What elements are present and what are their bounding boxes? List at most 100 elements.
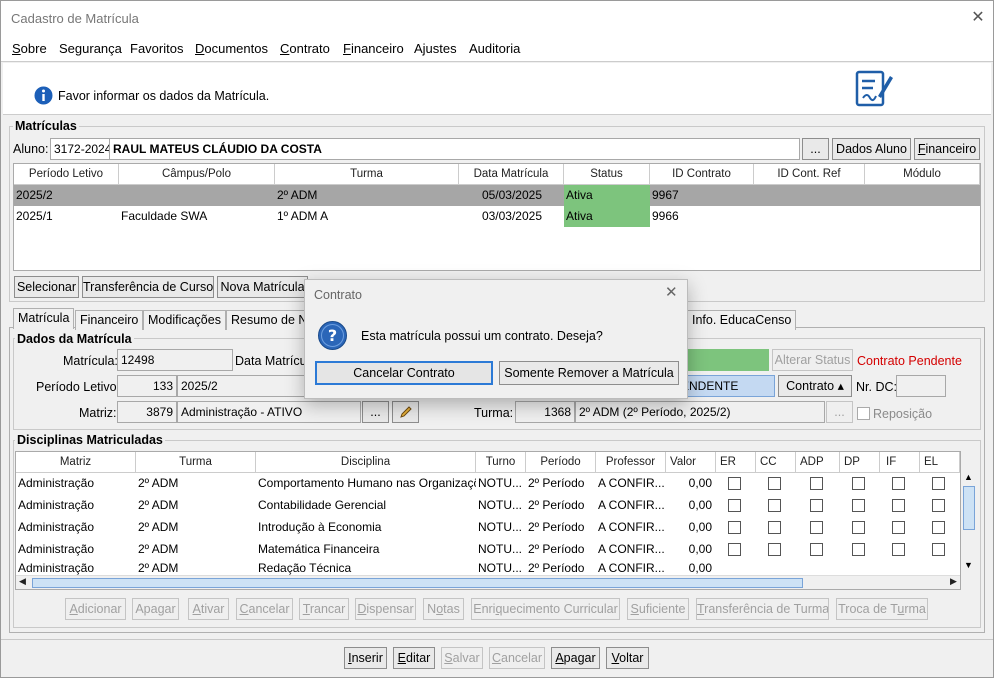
adp-checkbox[interactable] (810, 521, 823, 534)
dialog-close-icon[interactable]: ✕ (665, 283, 678, 301)
column-header[interactable]: Matriz (16, 452, 136, 473)
tab-modificacoes[interactable]: Modificações (143, 310, 226, 330)
apagar-footer-button[interactable]: Apagar (551, 647, 600, 669)
cc-checkbox[interactable] (768, 521, 781, 534)
financeiro-button[interactable]: Financeiro (914, 138, 980, 160)
column-header[interactable]: Turno (476, 452, 526, 473)
column-header[interactable]: ID Cont. Ref (754, 164, 865, 185)
menu-documentos[interactable]: Documentos (195, 41, 268, 56)
transferencia-curso-button[interactable]: Transferência de Curso (82, 276, 214, 298)
notas-button[interactable]: Notas (423, 598, 464, 620)
table-row[interactable]: Administração 2º ADM Contabilidade Geren… (16, 495, 960, 517)
reposicao-checkbox[interactable] (857, 407, 870, 420)
er-checkbox[interactable] (728, 499, 741, 512)
cancelar-contrato-button[interactable]: Cancelar Contrato (315, 361, 493, 385)
adp-checkbox[interactable] (810, 543, 823, 556)
column-header[interactable]: CC (756, 452, 796, 473)
column-header[interactable]: Status (564, 164, 650, 185)
adp-checkbox[interactable] (810, 499, 823, 512)
column-header[interactable]: ER (716, 452, 756, 473)
vertical-scrollbar[interactable]: ▲ ▼ (961, 472, 977, 590)
tab-financeiro[interactable]: Financeiro (75, 310, 144, 330)
dp-checkbox[interactable] (852, 521, 865, 534)
aluno-code-field[interactable]: 3172-2024 (50, 138, 110, 160)
if-checkbox[interactable] (892, 543, 905, 556)
contrato-dropdown-button[interactable]: Contrato ▴ (778, 375, 852, 397)
dp-checkbox[interactable] (852, 543, 865, 556)
table-row[interactable]: Administração 2º ADM Matemática Financei… (16, 539, 960, 561)
menu-favoritos[interactable]: Favoritos (130, 41, 183, 56)
troca-turma-button[interactable]: Troca de Turma (836, 598, 928, 620)
pencil-icon[interactable] (392, 401, 419, 423)
if-checkbox[interactable] (892, 521, 905, 534)
column-header[interactable]: Câmpus/Polo (119, 164, 275, 185)
horizontal-scrollbar[interactable]: ◀ ▶ (16, 575, 960, 589)
cc-checkbox[interactable] (768, 477, 781, 490)
column-header[interactable]: ID Contrato (650, 164, 754, 185)
alterar-status-button[interactable]: Alterar Status (772, 349, 853, 371)
periodo-code-field[interactable]: 133 (117, 375, 177, 397)
arrow-left-icon[interactable]: ◀ (19, 576, 26, 587)
tab-matricula[interactable]: Matrícula (13, 308, 75, 329)
suficiente-button[interactable]: Suficiente (627, 598, 689, 620)
column-header[interactable]: IF (880, 452, 920, 473)
column-header[interactable]: Módulo (865, 164, 980, 185)
menu-financeiro[interactable]: Financeiro (343, 41, 404, 56)
tab-educacenso[interactable]: Info. EducaCenso (687, 310, 797, 330)
nova-matricula-button[interactable]: Nova Matrícula (217, 276, 308, 298)
enriquecimento-button[interactable]: Enriquecimento Curricular (471, 598, 620, 620)
er-checkbox[interactable] (728, 521, 741, 534)
column-header[interactable]: Data Matrícula (459, 164, 564, 185)
table-row[interactable]: Administração 2º ADM Redação Técnica NOT… (16, 561, 960, 575)
voltar-button[interactable]: Voltar (606, 647, 649, 669)
column-header[interactable]: Professor (596, 452, 666, 473)
salvar-button[interactable]: Salvar (441, 647, 483, 669)
menu-contrato[interactable]: Contrato (280, 41, 330, 56)
editar-button[interactable]: Editar (393, 647, 435, 669)
apagar-button[interactable]: Apagar (132, 598, 179, 620)
matriz-field[interactable]: Administração - ATIVO (177, 401, 361, 423)
adicionar-button[interactable]: Adicionar (65, 598, 126, 620)
dispensar-button[interactable]: Dispensar (355, 598, 416, 620)
dp-checkbox[interactable] (852, 477, 865, 490)
arrow-up-icon[interactable]: ▲ (964, 472, 973, 482)
column-header[interactable]: ADP (796, 452, 840, 473)
el-checkbox[interactable] (932, 521, 945, 534)
dados-aluno-button[interactable]: Dados Aluno (832, 138, 911, 160)
close-icon[interactable]: ✕ (967, 7, 989, 29)
nrdc-field[interactable] (896, 375, 946, 397)
menu-seguranca[interactable]: Segurança (59, 41, 122, 56)
el-checkbox[interactable] (932, 543, 945, 556)
matricula-field[interactable]: 12498 (117, 349, 233, 371)
cc-checkbox[interactable] (768, 499, 781, 512)
inserir-button[interactable]: Inserir (344, 647, 387, 669)
table-row[interactable]: Administração 2º ADM Introdução à Econom… (16, 517, 960, 539)
er-checkbox[interactable] (728, 477, 741, 490)
matriz-search-button[interactable]: ... (362, 401, 389, 423)
table-row[interactable]: 2025/2 2º ADM 05/03/2025 Ativa 9967 (14, 185, 980, 206)
periodo-field[interactable]: 2025/2 (177, 375, 307, 397)
if-checkbox[interactable] (892, 477, 905, 490)
if-checkbox[interactable] (892, 499, 905, 512)
menu-auditoria[interactable]: Auditoria (469, 41, 520, 56)
column-header[interactable]: Disciplina (256, 452, 476, 473)
column-header[interactable]: DP (840, 452, 880, 473)
dp-checkbox[interactable] (852, 499, 865, 512)
aluno-search-button[interactable]: ... (802, 138, 829, 160)
menu-sobre[interactable]: Sobre (12, 41, 47, 56)
trancar-button[interactable]: Trancar (299, 598, 349, 620)
arrow-down-icon[interactable]: ▼ (964, 560, 973, 570)
cc-checkbox[interactable] (768, 543, 781, 556)
column-header[interactable]: Turma (136, 452, 256, 473)
somente-remover-button[interactable]: Somente Remover a Matrícula (499, 361, 679, 385)
table-row[interactable]: Administração 2º ADM Comportamento Human… (16, 473, 960, 495)
status-field[interactable]: ENDENTE (677, 375, 775, 397)
column-header[interactable]: EL (920, 452, 960, 473)
cancelar-button[interactable]: Cancelar (489, 647, 545, 669)
column-header[interactable]: Período Letivo (14, 164, 119, 185)
er-checkbox[interactable] (728, 543, 741, 556)
turma-search-button[interactable]: ... (826, 401, 853, 423)
table-row[interactable]: 2025/1 Faculdade SWA 1º ADM A 03/03/2025… (14, 206, 980, 227)
arrow-right-icon[interactable]: ▶ (950, 576, 957, 587)
adp-checkbox[interactable] (810, 477, 823, 490)
